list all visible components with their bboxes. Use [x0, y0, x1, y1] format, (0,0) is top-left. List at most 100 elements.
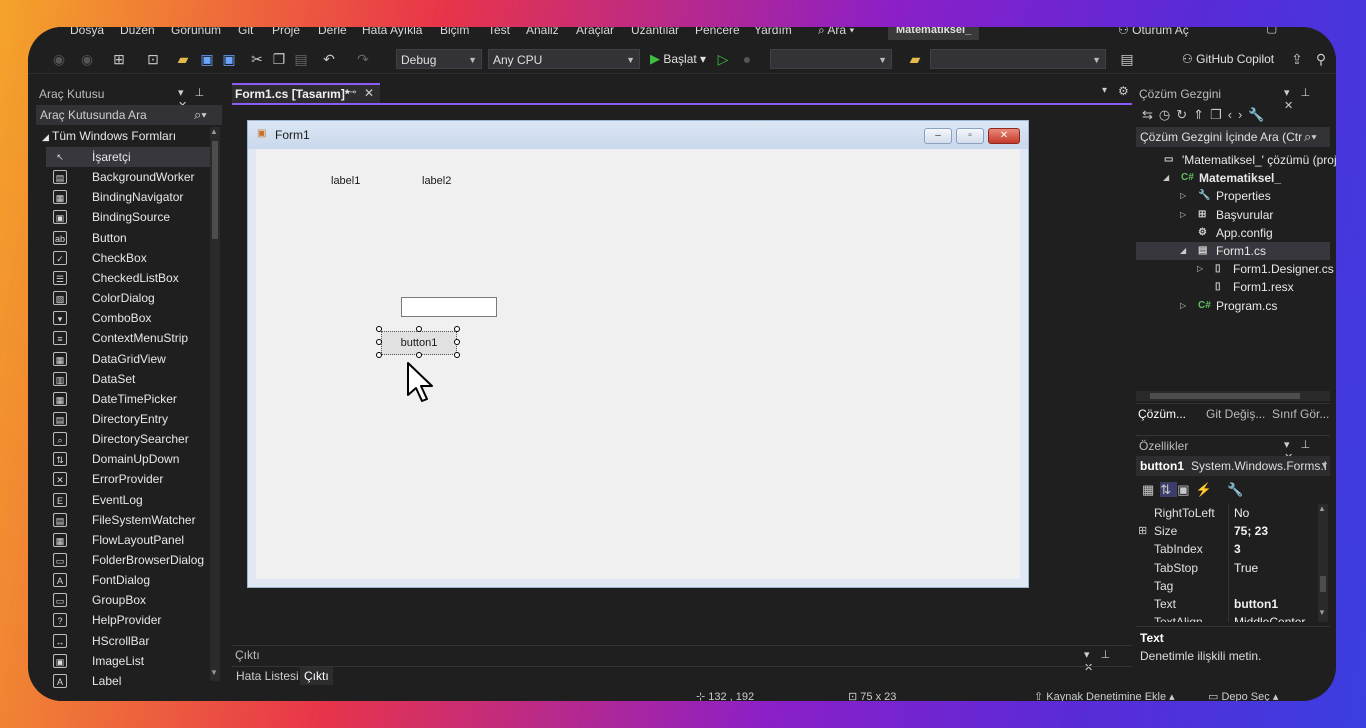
scroll-thumb[interactable]: [1320, 576, 1326, 592]
resize-handle[interactable]: [376, 352, 382, 358]
solution-search[interactable]: Çözüm Gezgini İçinde Ara (Ctr ⌕▾: [1136, 127, 1330, 147]
textbox1-control[interactable]: [401, 297, 497, 317]
config-dropdown[interactable]: Debug ▼: [396, 49, 482, 69]
panel-controls[interactable]: ▾ ⊥ ✕: [1284, 86, 1330, 112]
expand-arrow-icon[interactable]: ◢: [1180, 242, 1186, 260]
toolbox-item[interactable]: ☰ CheckedListBox: [46, 268, 214, 288]
toolbox-search-input[interactable]: Araç Kutusunda Ara: [40, 108, 147, 122]
property-row[interactable]: RightToLeft No: [1136, 504, 1312, 522]
close-icon[interactable]: ✕: [364, 86, 374, 100]
toolbox-item[interactable]: ? HelpProvider: [46, 610, 214, 630]
toolbox-item[interactable]: A FontDialog: [46, 570, 214, 590]
menu-derle[interactable]: Derle: [318, 27, 347, 37]
properties-scrollbar[interactable]: ▲ ▼: [1318, 504, 1328, 622]
property-value[interactable]: 75; 23: [1234, 522, 1268, 540]
tab-output[interactable]: Çıktı: [300, 667, 333, 685]
property-value[interactable]: True: [1234, 559, 1258, 577]
scroll-up-icon[interactable]: ▲: [210, 127, 218, 136]
toolbox-item[interactable]: ▦ FlowLayoutPanel: [46, 530, 214, 550]
properties-icon[interactable]: ▣: [1177, 482, 1195, 497]
layout-icon[interactable]: ▤: [1118, 50, 1136, 68]
menu-pencere[interactable]: Pencere: [695, 27, 740, 37]
toolbox-item[interactable]: ↔ HScrollBar: [46, 631, 214, 651]
menu-hata-ayıkla[interactable]: Hata Ayıkla: [362, 27, 422, 37]
solution-search-input[interactable]: Çözüm Gezgini İçinde Ara (Ctr: [1140, 130, 1302, 144]
refresh-icon[interactable]: ↻: [1176, 107, 1193, 122]
menu-test[interactable]: Test: [488, 27, 510, 37]
copy-icon[interactable]: ❐: [1210, 107, 1228, 122]
save-all-icon[interactable]: ▣: [220, 50, 238, 68]
categorized-icon[interactable]: ▦: [1142, 482, 1160, 497]
copy-icon[interactable]: ❐: [270, 50, 288, 68]
scroll-down-icon[interactable]: ▼: [210, 668, 218, 677]
resize-handle[interactable]: [416, 352, 422, 358]
back-icon[interactable]: ◉: [50, 50, 68, 68]
property-row[interactable]: ⊞ Size 75; 23: [1136, 522, 1312, 541]
tree-item[interactable]: ▭ 'Matematiksel_' çözümü (proje 1: [1136, 151, 1336, 169]
toolbox-scrollbar[interactable]: ▲ ▼: [210, 127, 220, 681]
browse-icon[interactable]: ▰: [906, 50, 924, 68]
cut-icon[interactable]: ✂: [248, 50, 266, 68]
hot-reload-icon[interactable]: ●: [738, 50, 756, 68]
label1-control[interactable]: label1: [331, 175, 360, 187]
redo-icon[interactable]: ↷: [354, 50, 372, 68]
scroll-down-icon[interactable]: ▼: [1318, 608, 1326, 617]
scroll-thumb[interactable]: [212, 141, 218, 239]
label2-control[interactable]: label2: [422, 175, 451, 187]
object-selector[interactable]: button1 System.Windows.Forms.I ▼: [1136, 456, 1330, 476]
startup-item-dropdown[interactable]: ▼: [770, 49, 892, 69]
alphabetical-icon[interactable]: ⇅: [1160, 482, 1178, 497]
toolbox-item[interactable]: ▤ BackgroundWorker: [46, 167, 214, 187]
property-value[interactable]: 3: [1234, 540, 1241, 558]
property-row[interactable]: TextAlign MiddleCenter: [1136, 613, 1312, 622]
expand-arrow-icon[interactable]: ▷: [1180, 206, 1186, 224]
global-search[interactable]: ⌕ Ara ▾: [818, 27, 854, 38]
new-project-icon[interactable]: ⊞: [110, 50, 128, 68]
properties-toolbar[interactable]: ▦⇅▣⚡ 🔧: [1142, 482, 1250, 498]
expand-icon[interactable]: ⊞: [1138, 522, 1147, 540]
tab-form1-designer[interactable]: Form1.cs [Tasarım]* ⊸ ✕: [232, 83, 380, 103]
signin-button[interactable]: ⚇ Oturum Aç: [1118, 27, 1189, 37]
toolbox-item[interactable]: ▤ DirectoryEntry: [46, 409, 214, 429]
toolbox-item[interactable]: ▦ DataGridView: [46, 349, 214, 369]
menu-düzen[interactable]: Düzen: [120, 27, 155, 37]
repo-button[interactable]: ▭ Depo Seç ▴: [1208, 690, 1278, 701]
tree-item[interactable]: ▷ ▯ Form1.Designer.cs: [1136, 260, 1334, 278]
menu-git[interactable]: Git: [238, 27, 253, 37]
copilot-button[interactable]: ⚇ GitHub Copilot: [1182, 49, 1274, 69]
toolbox-search[interactable]: Araç Kutusunda Ara ⌕▾: [36, 105, 222, 125]
resize-handle[interactable]: [416, 326, 422, 332]
toolbox-item[interactable]: ▦ BindingNavigator: [46, 187, 214, 207]
settings-icon[interactable]: ⚙: [1118, 84, 1129, 98]
paste-icon[interactable]: ▤: [292, 50, 310, 68]
maximize-icon[interactable]: ▢: [1266, 27, 1277, 35]
horizontal-scrollbar[interactable]: [1136, 391, 1330, 401]
toolbox-item[interactable]: ▣ BindingSource: [46, 207, 214, 227]
scroll-up-icon[interactable]: ▲: [1318, 504, 1326, 513]
tab-list-icon[interactable]: ▾: [1102, 85, 1107, 96]
menu-araçlar[interactable]: Araçlar: [576, 27, 614, 37]
toolbox-item[interactable]: ▭ FolderBrowserDialog: [46, 550, 214, 570]
resize-handle[interactable]: [454, 352, 460, 358]
menu-uzantılar[interactable]: Uzantılar: [631, 27, 679, 37]
toolbox-item[interactable]: ▥ DataSet: [46, 369, 214, 389]
resize-handle[interactable]: [454, 326, 460, 332]
resize-handle[interactable]: [376, 326, 382, 332]
toolbox-item[interactable]: ↖ İşaretçi: [46, 147, 214, 167]
undo-icon[interactable]: ↶: [320, 50, 338, 68]
share-icon[interactable]: ⇪: [1288, 50, 1306, 68]
menu-analiz[interactable]: Analiz: [526, 27, 559, 37]
tree-item[interactable]: ▷ 🔧 Properties: [1136, 187, 1330, 205]
expand-arrow-icon[interactable]: ▷: [1197, 260, 1203, 278]
property-pages-icon[interactable]: 🔧: [1227, 482, 1249, 497]
menu-görünüm[interactable]: Görünüm: [171, 27, 221, 37]
tree-item[interactable]: ▷ C# Program.cs: [1136, 297, 1330, 315]
events-icon[interactable]: ⚡: [1196, 482, 1218, 497]
tab-solution[interactable]: Çözüm...: [1138, 407, 1186, 421]
solution-toolbar[interactable]: ⇆◷↻⇑❐‹›🔧: [1142, 107, 1271, 123]
feedback-icon[interactable]: ⚲: [1312, 50, 1330, 68]
resize-handle[interactable]: [376, 339, 382, 345]
tab-error-list[interactable]: Hata Listesi: [236, 669, 299, 683]
property-row[interactable]: Tag: [1136, 576, 1312, 595]
toolbox-item[interactable]: E EventLog: [46, 490, 214, 510]
